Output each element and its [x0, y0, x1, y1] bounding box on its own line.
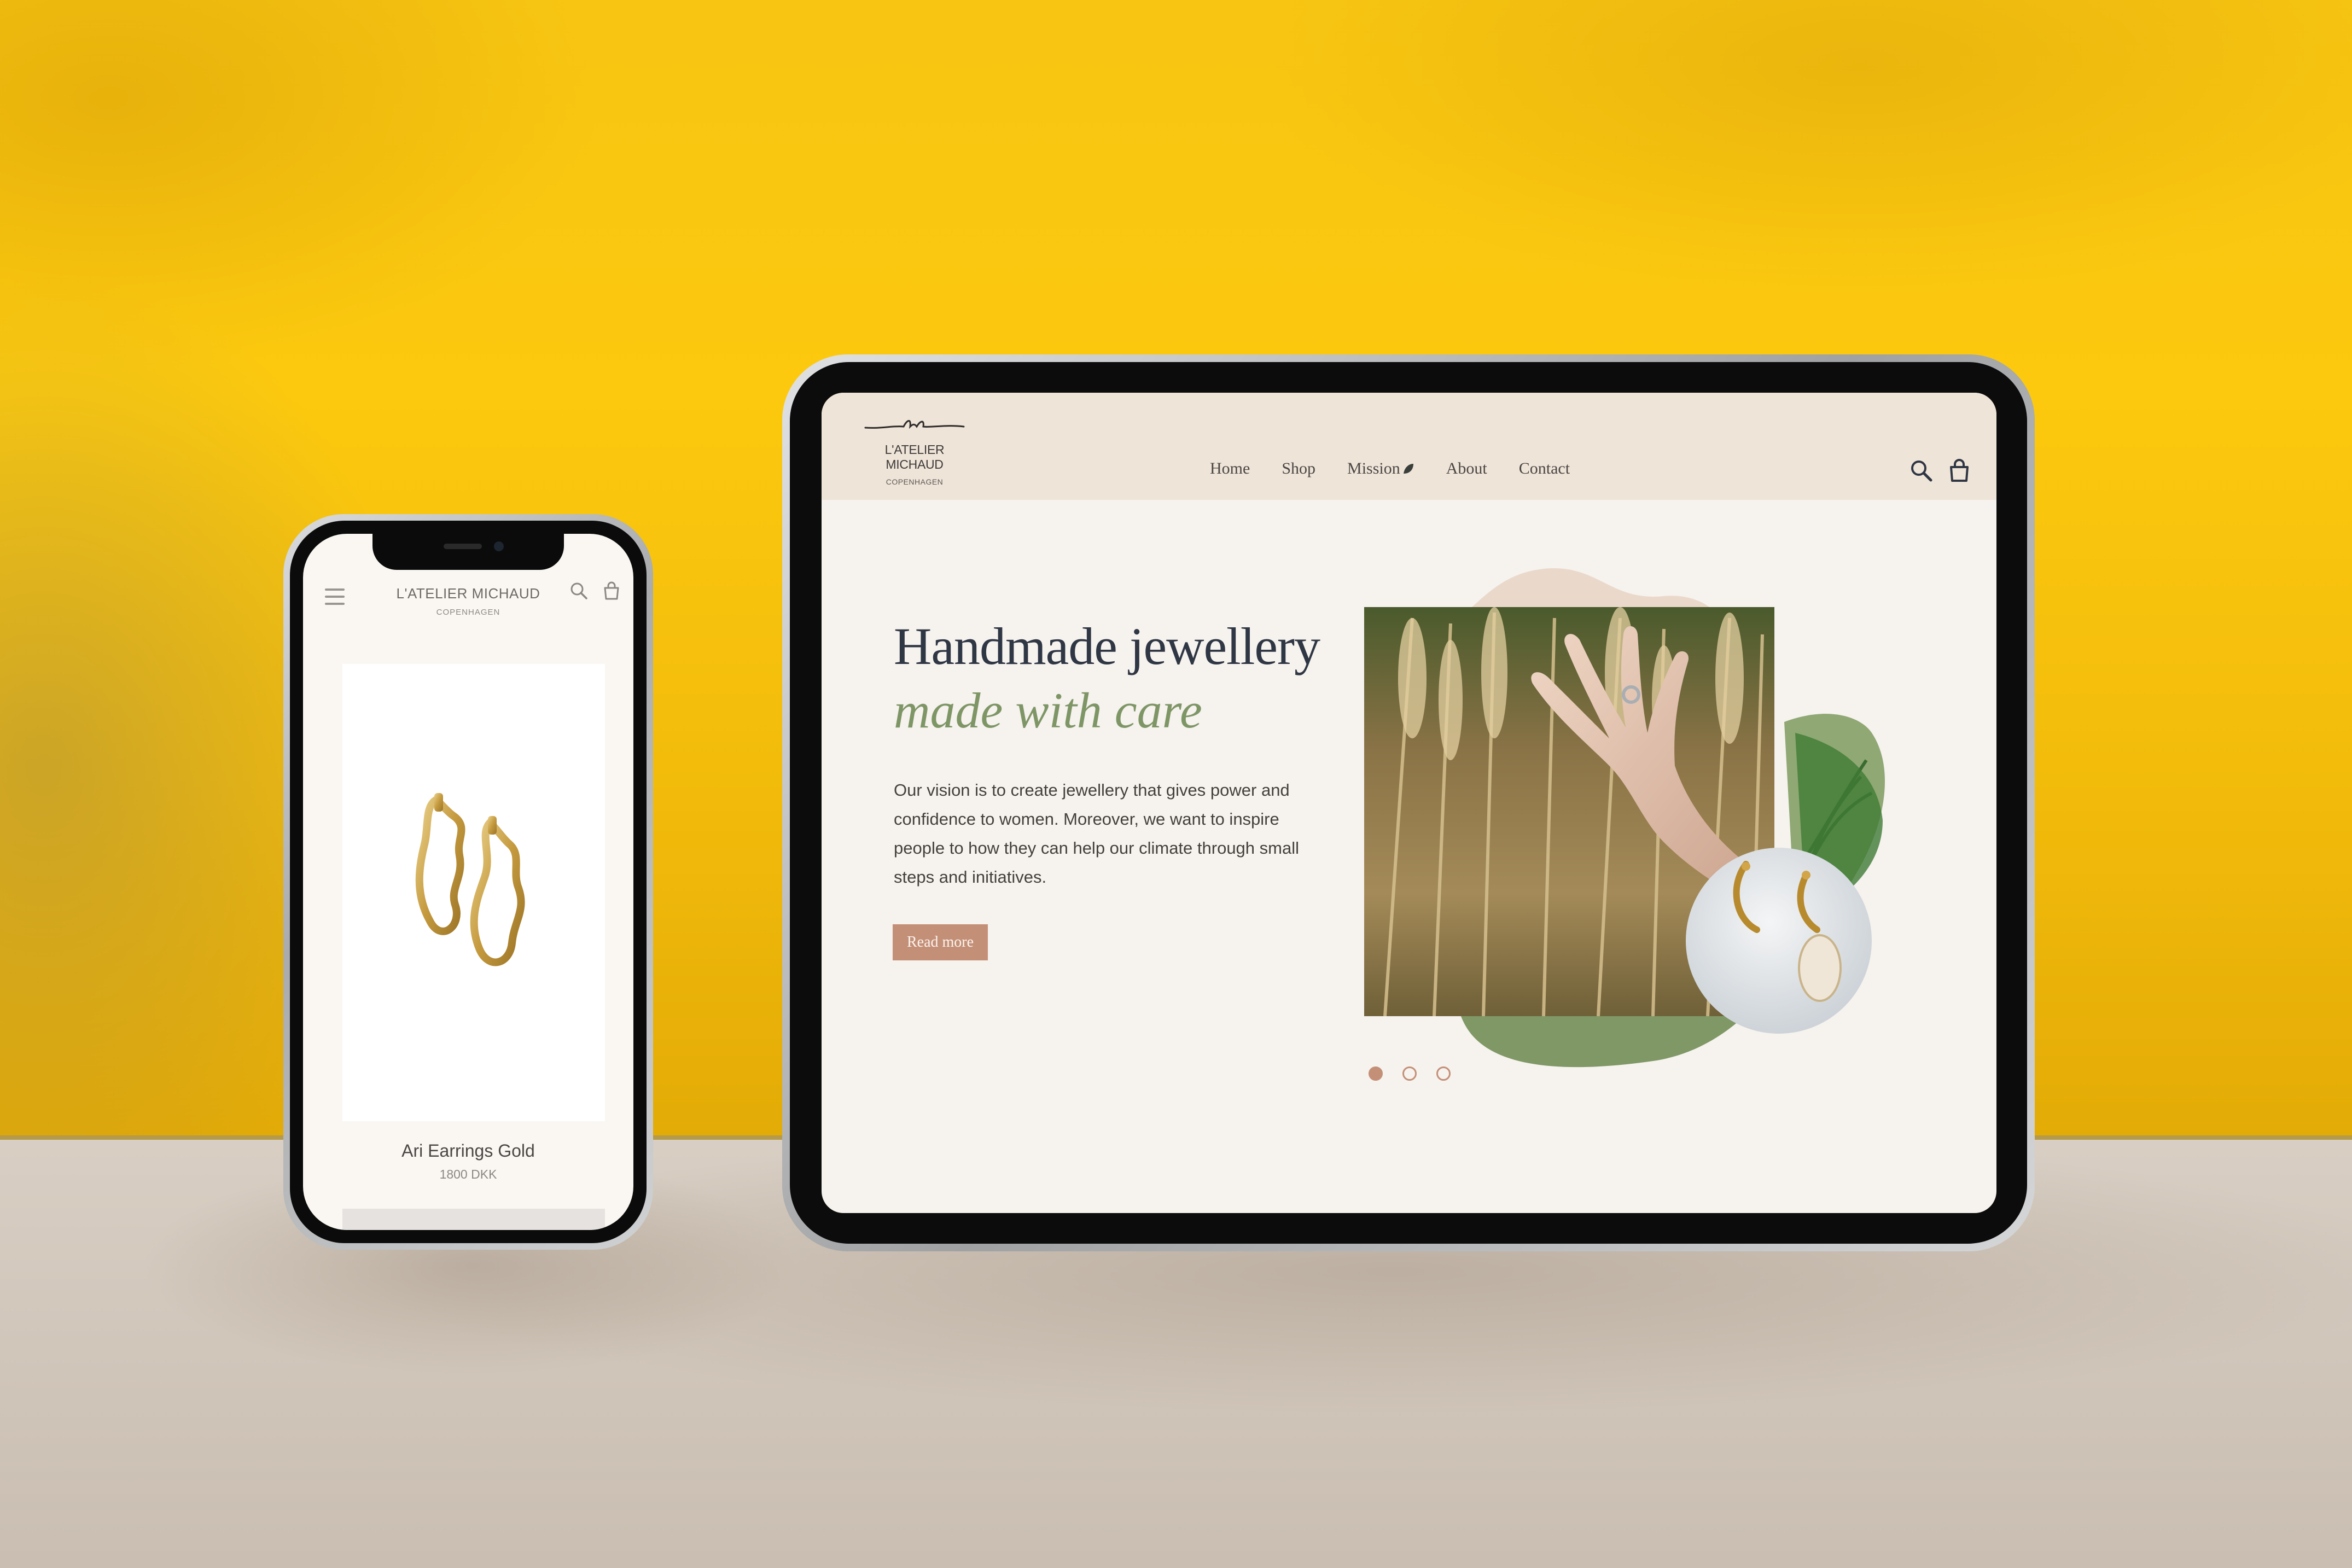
earrings-plate: [1686, 848, 1872, 1034]
nav-shop[interactable]: Shop: [1282, 459, 1315, 478]
search-icon[interactable]: [569, 581, 589, 601]
carousel-dot-1[interactable]: [1369, 1066, 1383, 1081]
phone-screen: L'ATELIER MICHAUD COPENHAGEN Ari Earring…: [303, 534, 633, 1230]
site-logo[interactable]: L'ATELIER MICHAUD COPENHAGEN: [860, 415, 969, 486]
search-icon[interactable]: [1909, 458, 1933, 482]
hero-collage: [1364, 568, 1885, 1068]
tablet-screen: L'ATELIER MICHAUD COPENHAGEN Home Shop M…: [822, 393, 1996, 1213]
nav-about[interactable]: About: [1446, 459, 1487, 478]
leaf-icon: [1403, 464, 1413, 474]
product-image-earrings: [415, 793, 525, 966]
hero-subheadline: made with care: [894, 683, 1202, 738]
bag-icon[interactable]: [1947, 458, 1971, 482]
hero-headline: Handmade jewellery: [894, 617, 1320, 675]
signature-logo-mark: [864, 420, 965, 429]
product-price: 1800 DKK: [439, 1167, 497, 1181]
site-brand-name: L'ATELIER MICHAUD: [884, 442, 945, 471]
phone-bezel: L'ATELIER MICHAUD COPENHAGEN Ari Earring…: [290, 521, 647, 1243]
carousel-dot-2[interactable]: [1402, 1066, 1417, 1081]
phone-camera: [494, 541, 504, 551]
read-more-button[interactable]: Read more: [893, 924, 988, 960]
product-name[interactable]: Ari Earrings Gold: [303, 1141, 633, 1161]
phone-device: L'ATELIER MICHAUD COPENHAGEN Ari Earring…: [283, 514, 653, 1250]
product-card[interactable]: [342, 664, 605, 1121]
hero-description: Our vision is to create jewellery that g…: [894, 780, 1299, 887]
bag-icon[interactable]: [602, 581, 621, 601]
nav-mission[interactable]: Mission: [1347, 459, 1414, 478]
phone-header-icons: [569, 581, 621, 601]
carousel-dot-3[interactable]: [1436, 1066, 1451, 1081]
phone-speaker: [444, 544, 482, 549]
nav-contact[interactable]: Contact: [1519, 459, 1570, 478]
site-navbar: L'ATELIER MICHAUD COPENHAGEN Home Shop M…: [822, 393, 1996, 500]
nav-mission-label: Mission: [1347, 459, 1400, 477]
nav-home[interactable]: Home: [1210, 459, 1250, 478]
tablet-device: L'ATELIER MICHAUD COPENHAGEN Home Shop M…: [782, 354, 2035, 1251]
carousel-dots: [1369, 1066, 1451, 1081]
phone-brand-city: COPENHAGEN: [436, 608, 500, 617]
phone-header: L'ATELIER MICHAUD COPENHAGEN: [303, 567, 633, 632]
site-header-icons: [1909, 458, 1971, 482]
main-nav: Home Shop Mission About Contact: [1210, 459, 1570, 478]
next-product-card[interactable]: [342, 1209, 605, 1230]
phone-notch: [372, 534, 564, 570]
tablet-bezel: L'ATELIER MICHAUD COPENHAGEN Home Shop M…: [790, 362, 2027, 1244]
site-brand-city: COPENHAGEN: [886, 477, 944, 486]
